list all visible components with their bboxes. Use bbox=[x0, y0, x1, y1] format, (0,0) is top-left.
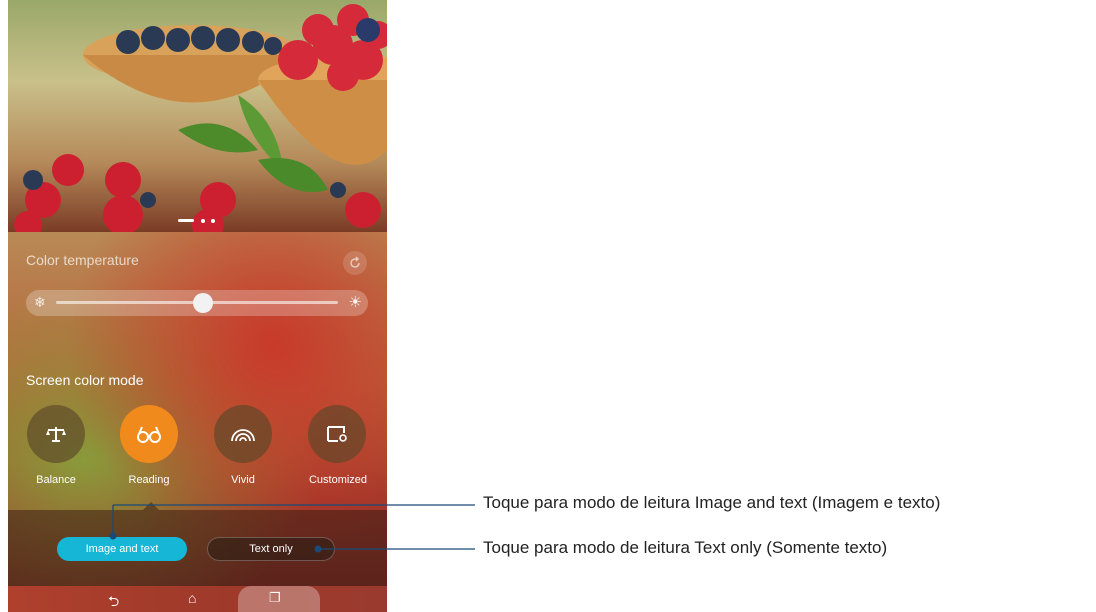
callout-text-only: Toque para modo de leitura Text only (So… bbox=[483, 538, 888, 557]
callout-lines bbox=[109, 504, 475, 553]
callout-image-and-text: Toque para modo de leitura Image and tex… bbox=[483, 493, 941, 512]
